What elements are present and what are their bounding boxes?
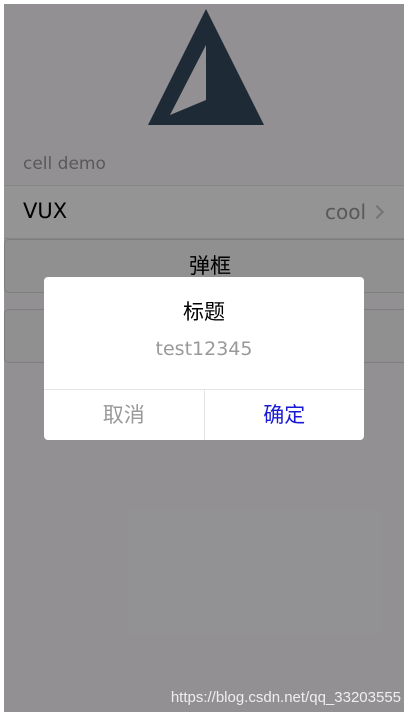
- confirm-dialog: 标题 test12345 取消 确定: [44, 277, 364, 440]
- cancel-button[interactable]: 取消: [44, 390, 205, 440]
- dialog-title: 标题: [183, 300, 225, 324]
- watermark: https://blog.csdn.net/qq_33203555: [170, 689, 401, 706]
- dialog-footer: 取消 确定: [44, 389, 364, 440]
- dialog-content: test12345: [155, 338, 253, 360]
- confirm-button[interactable]: 确定: [205, 390, 365, 440]
- app-screen: cell demo VUX cool 弹框 标题 test12345 取消 确定: [4, 4, 404, 712]
